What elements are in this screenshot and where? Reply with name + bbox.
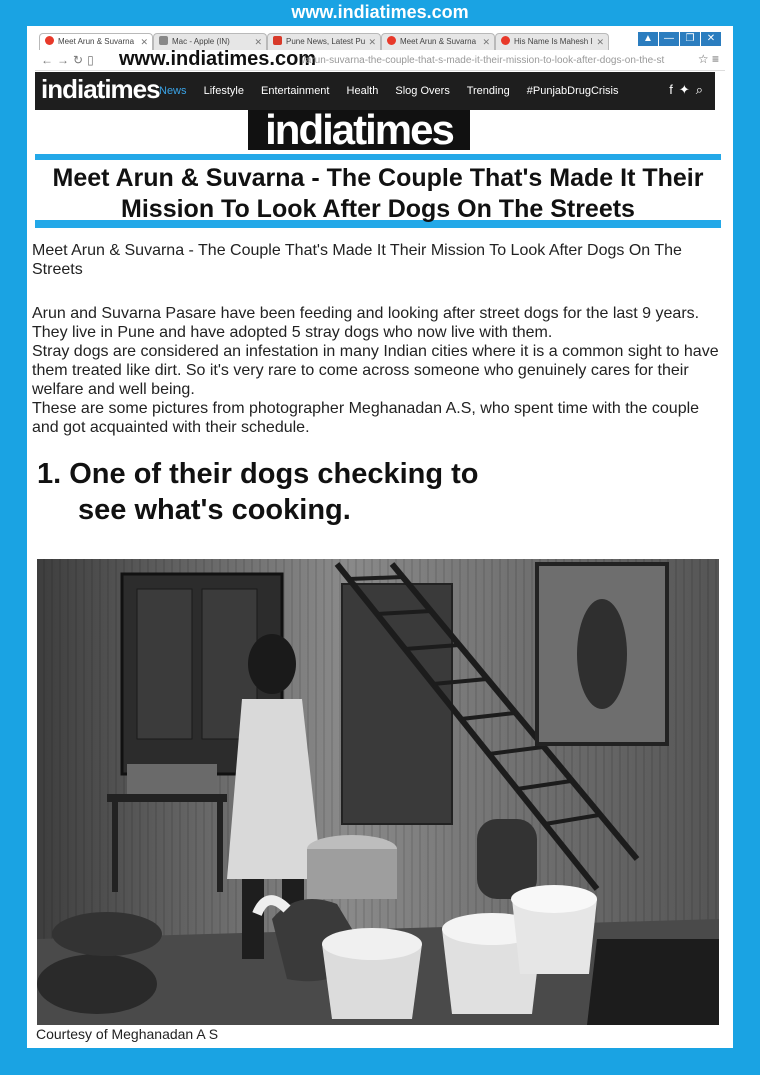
- address-actions: ☆ ≡: [698, 52, 719, 66]
- tab-label: Meet Arun & Suvarna: [58, 37, 135, 46]
- back-icon[interactable]: ←: [41, 53, 57, 67]
- menu-icon[interactable]: ≡: [712, 52, 719, 66]
- browser-tab[interactable]: His Name Is Mahesh I ✕: [495, 33, 609, 50]
- tab-label: Pune News, Latest Pu: [286, 37, 366, 46]
- nav-item-slog-overs[interactable]: Slog Overs: [395, 85, 449, 97]
- article-body: Arun and Suvarna Pasare have been feedin…: [32, 304, 730, 437]
- site-nav-bar: indiatimes News Lifestyle Entertainment …: [35, 72, 715, 110]
- page-icon: ▯: [87, 53, 98, 67]
- address-path[interactable]: /arun-suvarna-the-couple-that-s-made-it-…: [303, 55, 693, 66]
- browser-tab[interactable]: Meet Arun & Suvarna ✕: [381, 33, 495, 50]
- close-icon[interactable]: ✕: [482, 34, 490, 50]
- tab-label: His Name Is Mahesh I: [514, 37, 593, 46]
- window-controls: ▲ — ❐ ✕: [637, 32, 721, 46]
- close-icon[interactable]: ✕: [596, 34, 604, 50]
- body-paragraph: These are some pictures from photographe…: [32, 400, 700, 436]
- favicon-icon: [273, 36, 282, 45]
- heading-line-1: 1. One of their dogs checking to: [37, 458, 479, 490]
- nav-item-trending[interactable]: Trending: [467, 85, 510, 97]
- tab-label: Mac - Apple (IN): [172, 37, 230, 46]
- address-bar[interactable]: ←→↻▯ www.indiatimes.com /arun-suvarna-th…: [35, 48, 725, 71]
- big-logo: indiatimes: [248, 109, 470, 151]
- close-window-icon[interactable]: ✕: [701, 32, 721, 46]
- favicon-icon: [387, 36, 396, 45]
- nav-item-entertainment[interactable]: Entertainment: [261, 85, 329, 97]
- title-banner: Meet Arun & Suvarna - The Couple That's …: [35, 154, 721, 228]
- search-icon[interactable]: ⌕: [696, 82, 709, 97]
- nav-item-punjab-drug-crisis[interactable]: #PunjabDrugCrisis: [527, 85, 619, 97]
- reload-icon[interactable]: ↻: [73, 53, 87, 67]
- title-line-1: Meet Arun & Suvarna - The Couple That's …: [52, 164, 704, 192]
- minimize-icon[interactable]: —: [659, 32, 679, 46]
- close-icon[interactable]: ✕: [368, 34, 376, 50]
- address-domain[interactable]: www.indiatimes.com: [119, 48, 316, 71]
- photo-caption: Courtesy of Meghanadan A S: [36, 1026, 219, 1042]
- nav-item-health[interactable]: Health: [347, 85, 379, 97]
- body-paragraph: Arun and Suvarna Pasare have been feedin…: [32, 305, 700, 341]
- photo-illustration: [37, 559, 719, 1025]
- favicon-icon: [501, 36, 510, 45]
- page-sheet: Meet Arun & Suvarna ✕ Mac - Apple (IN) ✕ P…: [27, 26, 733, 1048]
- article-title: Meet Arun & Suvarna - The Couple That's …: [35, 163, 721, 225]
- user-icon[interactable]: ▲: [638, 32, 658, 46]
- article-photo: [37, 559, 719, 1025]
- title-line-2: Mission To Look After Dogs On The Street…: [121, 195, 635, 223]
- site-menu: News Lifestyle Entertainment Health Slog…: [159, 85, 632, 97]
- tab-label: Meet Arun & Suvarna: [400, 37, 477, 46]
- section-heading: 1. One of their dogs checking to see wha…: [37, 456, 597, 528]
- favicon-icon: [45, 36, 54, 45]
- twitter-icon[interactable]: ✦: [679, 82, 696, 97]
- social-links: f✦⌕: [669, 82, 709, 98]
- site-logo[interactable]: indiatimes: [41, 74, 161, 105]
- star-icon[interactable]: ☆: [698, 52, 709, 66]
- navigation-icons: ←→↻▯: [41, 53, 98, 67]
- nav-item-news[interactable]: News: [159, 85, 187, 97]
- heading-line-2: see what's cooking.: [78, 494, 351, 526]
- frame-url-label: www.indiatimes.com: [291, 2, 469, 22]
- apple-icon: [159, 36, 168, 45]
- body-paragraph: Stray dogs are considered an infestation…: [32, 343, 719, 398]
- restore-icon[interactable]: ❐: [680, 32, 700, 46]
- nav-item-lifestyle[interactable]: Lifestyle: [204, 85, 244, 97]
- forward-icon[interactable]: →: [57, 53, 73, 67]
- facebook-icon[interactable]: f: [669, 82, 679, 97]
- article-intro: Meet Arun & Suvarna - The Couple That's …: [32, 242, 682, 278]
